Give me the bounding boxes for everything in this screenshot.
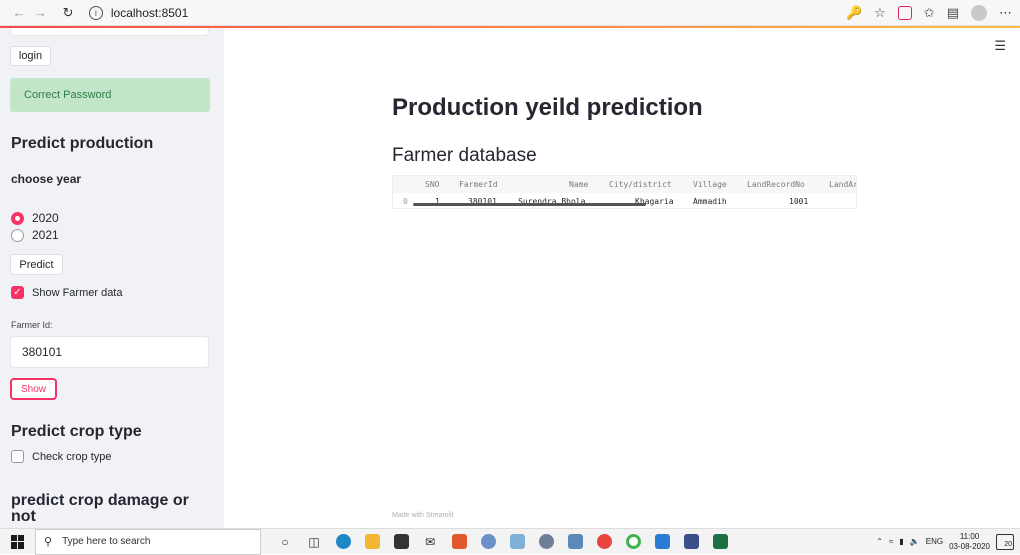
radio-option-2020[interactable]: 2020 — [11, 211, 59, 225]
address-bar[interactable]: i localhost:8501 — [88, 2, 846, 24]
notification-count: 20 — [1004, 540, 1012, 548]
photos-icon[interactable] — [565, 533, 585, 551]
wifi-icon[interactable]: ≈ — [889, 537, 893, 546]
clock-date: 03-08-2020 — [949, 541, 990, 551]
column-header[interactable]: LandAr — [829, 180, 856, 189]
rstudio-icon[interactable] — [536, 533, 556, 551]
browser-toolbar: ← → ↻ i localhost:8501 🔑 ☆ ✩ ▤ ⋯ — [0, 0, 1020, 26]
page-title: Production yeild prediction — [392, 94, 703, 121]
checkbox-label: Check crop type — [32, 450, 112, 463]
url-text: localhost:8501 — [110, 5, 189, 20]
row-index: 0 — [403, 197, 408, 206]
key-icon[interactable]: 🔑 — [846, 5, 862, 21]
radio-selected-icon[interactable] — [11, 211, 24, 225]
show-button[interactable]: Show — [10, 378, 57, 400]
predict-damage-heading: predict crop damage or not — [11, 492, 189, 525]
column-header[interactable]: Village — [693, 180, 727, 189]
collections-icon[interactable]: ▤ — [947, 5, 959, 21]
back-arrow-icon[interactable]: ← — [8, 2, 30, 24]
info-icon[interactable]: i — [88, 5, 103, 20]
table-horizontal-scrollbar[interactable] — [413, 203, 646, 206]
password-input[interactable] — [10, 28, 209, 36]
column-header[interactable]: SNO — [425, 180, 439, 189]
volume-icon[interactable]: 🔈 — [910, 537, 920, 546]
taskbar-apps: ○ ◫ ✉ — [275, 533, 730, 551]
column-header[interactable]: Name — [569, 180, 588, 189]
column-header[interactable]: City/district — [609, 180, 672, 189]
table-cell[interactable]: Ammadih — [693, 197, 727, 206]
taskbar-search[interactable]: ⚲ Type here to search — [35, 528, 261, 555]
more-icon[interactable]: ⋯ — [999, 5, 1012, 21]
column-header[interactable]: FarmerId — [459, 180, 498, 189]
windows-taskbar: ⚲ Type here to search ○ ◫ ✉ ⌃ ≈ ▮ 🔈 ENG … — [0, 528, 1020, 555]
favorites-icon[interactable]: ✩ — [924, 5, 935, 21]
file-explorer-icon[interactable] — [362, 533, 382, 551]
vscode-icon[interactable] — [652, 533, 672, 551]
show-farmer-checkbox[interactable]: ✓ Show Farmer data — [11, 286, 122, 299]
success-alert: Correct Password — [10, 78, 210, 112]
star-icon[interactable]: ☆ — [874, 5, 886, 21]
table-header: SNO FarmerId Name City/district Village … — [393, 176, 856, 193]
system-tray: ⌃ ≈ ▮ 🔈 ENG 11:00 03-08-2020 20 — [876, 532, 1014, 552]
check-crop-type-checkbox[interactable]: Check crop type — [11, 450, 111, 463]
radio-unselected-icon[interactable] — [11, 228, 24, 242]
excel-icon[interactable] — [710, 533, 730, 551]
notification-icon[interactable]: 20 — [996, 533, 1014, 550]
radio-label: 2020 — [32, 211, 59, 225]
windows-start-icon[interactable] — [11, 534, 25, 549]
predict-button[interactable]: Predict — [10, 254, 63, 275]
predict-crop-type-heading: Predict crop type — [11, 423, 142, 440]
app-green-icon[interactable] — [623, 533, 643, 551]
edge-icon[interactable] — [333, 533, 353, 551]
radio-label: 2021 — [32, 228, 59, 242]
farmer-dataframe[interactable]: SNO FarmerId Name City/district Village … — [392, 175, 857, 209]
clock-time: 11:00 — [959, 531, 980, 541]
search-placeholder: Type here to search — [62, 536, 151, 547]
column-header[interactable]: LandRecordNo — [747, 180, 805, 189]
task-view-icon[interactable]: ◫ — [304, 533, 324, 551]
battery-icon[interactable]: ▮ — [899, 537, 903, 546]
sidebar: login Correct Password Predict productio… — [0, 28, 224, 528]
predict-production-heading: Predict production — [11, 135, 154, 152]
subheader: Farmer database — [392, 145, 537, 166]
radio-option-2021[interactable]: 2021 — [11, 228, 59, 242]
search-icon: ⚲ — [44, 536, 53, 548]
profile-avatar[interactable] — [971, 4, 987, 21]
chrome-icon[interactable] — [594, 533, 614, 551]
table-row[interactable]: 0 1 380101 Surendra Bhola Khagaria Ammad… — [393, 193, 856, 208]
app-icon[interactable] — [507, 533, 527, 551]
checkbox-checked-icon[interactable]: ✓ — [11, 286, 24, 299]
r-icon[interactable] — [478, 533, 498, 551]
store-icon[interactable] — [391, 533, 411, 551]
table-cell[interactable]: 1001 — [789, 197, 808, 206]
language-indicator[interactable]: ENG — [926, 537, 943, 546]
office-icon[interactable] — [449, 533, 469, 551]
mail-icon[interactable]: ✉ — [420, 533, 440, 551]
farmer-id-label: Farmer Id: — [11, 320, 53, 330]
forward-arrow-icon[interactable]: → — [30, 2, 52, 24]
checkbox-unchecked-icon[interactable] — [11, 450, 24, 463]
checkbox-label: Show Farmer data — [32, 286, 123, 299]
cortana-icon[interactable]: ○ — [275, 533, 295, 551]
browser-actions: 🔑 ☆ ✩ ▤ ⋯ — [846, 4, 1012, 21]
pocket-icon[interactable] — [897, 5, 912, 20]
farmer-id-input[interactable]: 380101 — [10, 336, 209, 368]
chevron-up-icon[interactable]: ⌃ — [876, 537, 883, 546]
main-content: ☰ Production yeild prediction Farmer dat… — [224, 28, 1020, 528]
pycharm-icon[interactable] — [681, 533, 701, 551]
refresh-icon[interactable]: ↻ — [57, 2, 79, 24]
hamburger-menu-icon[interactable]: ☰ — [994, 38, 1006, 54]
clock[interactable]: 11:00 03-08-2020 — [949, 532, 990, 552]
choose-year-label: choose year — [11, 172, 82, 186]
login-button[interactable]: login — [10, 46, 51, 66]
footer-text[interactable]: Made with Streamlit — [392, 512, 453, 519]
